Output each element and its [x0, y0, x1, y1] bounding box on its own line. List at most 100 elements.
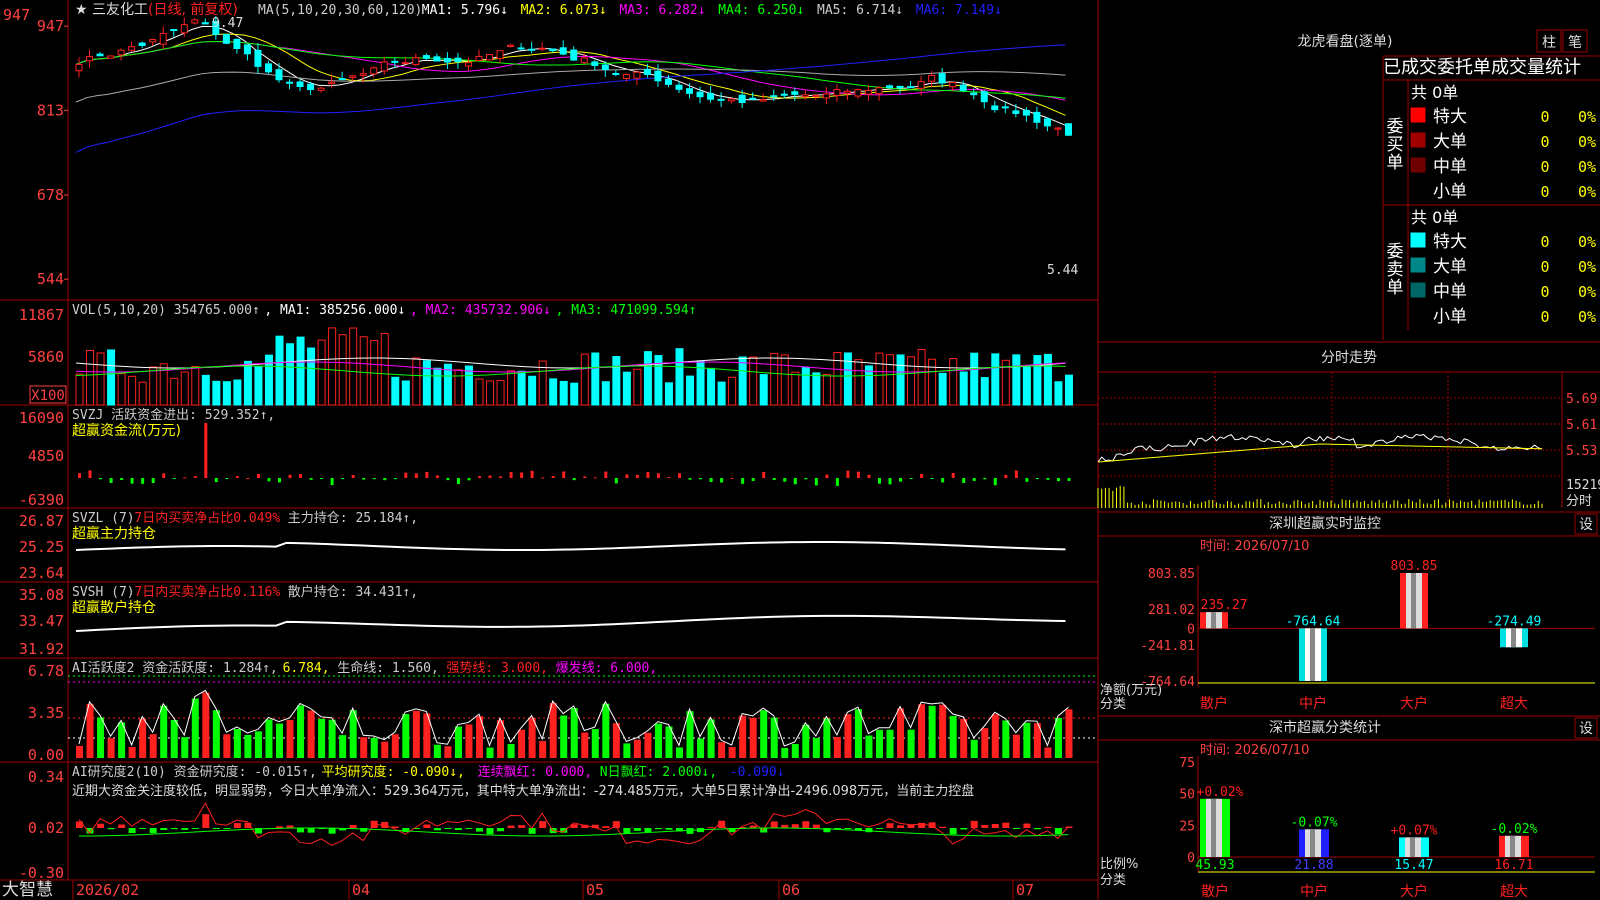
- candle: [422, 55, 430, 59]
- buy-row-pct: 0%: [1578, 133, 1596, 151]
- volume-bar: [749, 356, 758, 406]
- intraday-y-tick: 5.53: [1566, 444, 1597, 459]
- candle: [591, 61, 599, 66]
- classify-y-label: 比例%: [1100, 857, 1138, 872]
- buy-label: 委: [1387, 117, 1404, 137]
- candle: [286, 81, 294, 84]
- svzl-header-2: 主力持仓: 25.184↑,: [288, 511, 418, 526]
- dragon-subtitle: 已成交委托单成交量统计: [1383, 57, 1581, 78]
- volume-bar: [233, 379, 242, 406]
- monitor-settings-label[interactable]: 设: [1579, 517, 1593, 533]
- volume-bar: [486, 380, 495, 406]
- bar-button-label[interactable]: 柱: [1542, 35, 1556, 51]
- research-bar: [149, 828, 157, 834]
- candle: [959, 84, 967, 91]
- candle: [128, 46, 136, 51]
- intraday-avg-line: [1097, 443, 1543, 463]
- activity-bar: [802, 724, 810, 758]
- candle: [780, 93, 788, 96]
- activity-bar: [991, 714, 999, 758]
- money-flow-bar: [109, 478, 113, 483]
- money-flow-bar: [372, 478, 376, 480]
- candle: [412, 57, 420, 66]
- money-flow-bar: [709, 478, 713, 483]
- kline-y-tick: 947: [37, 17, 64, 35]
- ai-active-y-tick: 3.35: [28, 704, 64, 722]
- candle: [359, 73, 367, 76]
- candle: [707, 92, 715, 100]
- buy-label: 买: [1387, 135, 1404, 155]
- buy-total: 共 0单: [1411, 83, 1458, 102]
- activity-bar: [633, 739, 641, 758]
- candle: [812, 94, 820, 97]
- candle: [1033, 111, 1041, 123]
- candle: [980, 91, 988, 103]
- research-bar: [770, 821, 778, 828]
- volume-bar: [728, 376, 737, 406]
- money-flow-bar: [446, 478, 450, 481]
- sell-swatch: [1410, 307, 1426, 323]
- volume-bar: [317, 339, 326, 406]
- monitor-y-tick: 0: [1187, 622, 1195, 637]
- candle: [843, 90, 851, 94]
- candle: [686, 88, 694, 94]
- volume-bar: [275, 335, 284, 406]
- candle: [1043, 118, 1051, 127]
- monitor-bar-core: [1411, 573, 1416, 629]
- ai-active-header-0: AI活跃度2 资金活跃度: 1.284↑,: [72, 660, 278, 676]
- activity-bar: [1012, 734, 1020, 758]
- x-axis-label: 04: [352, 881, 370, 899]
- research-bar: [876, 828, 883, 829]
- classify-value-label: 16.71: [1494, 858, 1533, 873]
- volume-bar: [496, 379, 505, 406]
- sell-row-pct: 0%: [1578, 308, 1596, 326]
- activity-bar: [791, 743, 799, 758]
- candle: [275, 69, 283, 81]
- volume-bar: [1064, 374, 1073, 406]
- activity-bar: [623, 743, 631, 758]
- activity-bar: [297, 705, 305, 758]
- svzl-y-tick: 25.25: [19, 538, 64, 556]
- money-flow-bar: [572, 478, 576, 481]
- volume-bar: [254, 366, 263, 406]
- research-bar: [202, 814, 210, 828]
- candle: [622, 73, 630, 79]
- activity-bar: [360, 737, 368, 758]
- money-flow-bar: [562, 471, 566, 478]
- research-bar: [623, 828, 631, 834]
- monitor-time: 时间: 2026/07/10: [1200, 539, 1309, 554]
- money-flow-bar: [509, 472, 513, 478]
- activity-bar: [539, 740, 547, 758]
- research-bar: [865, 828, 873, 833]
- money-flow-bar: [593, 477, 597, 479]
- classify-settings-label[interactable]: 设: [1579, 721, 1593, 737]
- money-flow-bar: [699, 478, 703, 480]
- pen-button-label[interactable]: 笔: [1568, 35, 1582, 51]
- buy-row-name: 大单: [1433, 132, 1467, 152]
- volume-bar: [917, 348, 926, 406]
- research-bar: [139, 828, 147, 829]
- candle: [549, 48, 557, 52]
- activity-bar: [654, 723, 662, 758]
- money-flow-bar: [88, 470, 92, 478]
- volume-bar: [822, 373, 831, 406]
- candle: [538, 47, 546, 50]
- volume-bar: [707, 367, 716, 406]
- volume-bar: [959, 371, 968, 406]
- kline-y-tick: 678: [37, 186, 64, 204]
- volume-bar: [896, 354, 905, 406]
- monitor-category: 超大: [1500, 696, 1528, 712]
- activity-bar: [707, 719, 715, 758]
- candle: [317, 87, 325, 91]
- money-flow-bar: [1025, 478, 1029, 482]
- classify-bar-1: [1299, 829, 1329, 857]
- candle: [254, 49, 262, 67]
- vol-header-1: , MA1: 385256.000↓: [264, 303, 405, 318]
- candle: [949, 82, 957, 88]
- candle: [1022, 109, 1030, 116]
- candle: [454, 57, 462, 63]
- sell-label: 卖: [1387, 260, 1404, 280]
- buy-row-name: 中单: [1433, 157, 1467, 177]
- research-bar: [602, 826, 610, 828]
- sell-row-count: 0: [1540, 283, 1549, 301]
